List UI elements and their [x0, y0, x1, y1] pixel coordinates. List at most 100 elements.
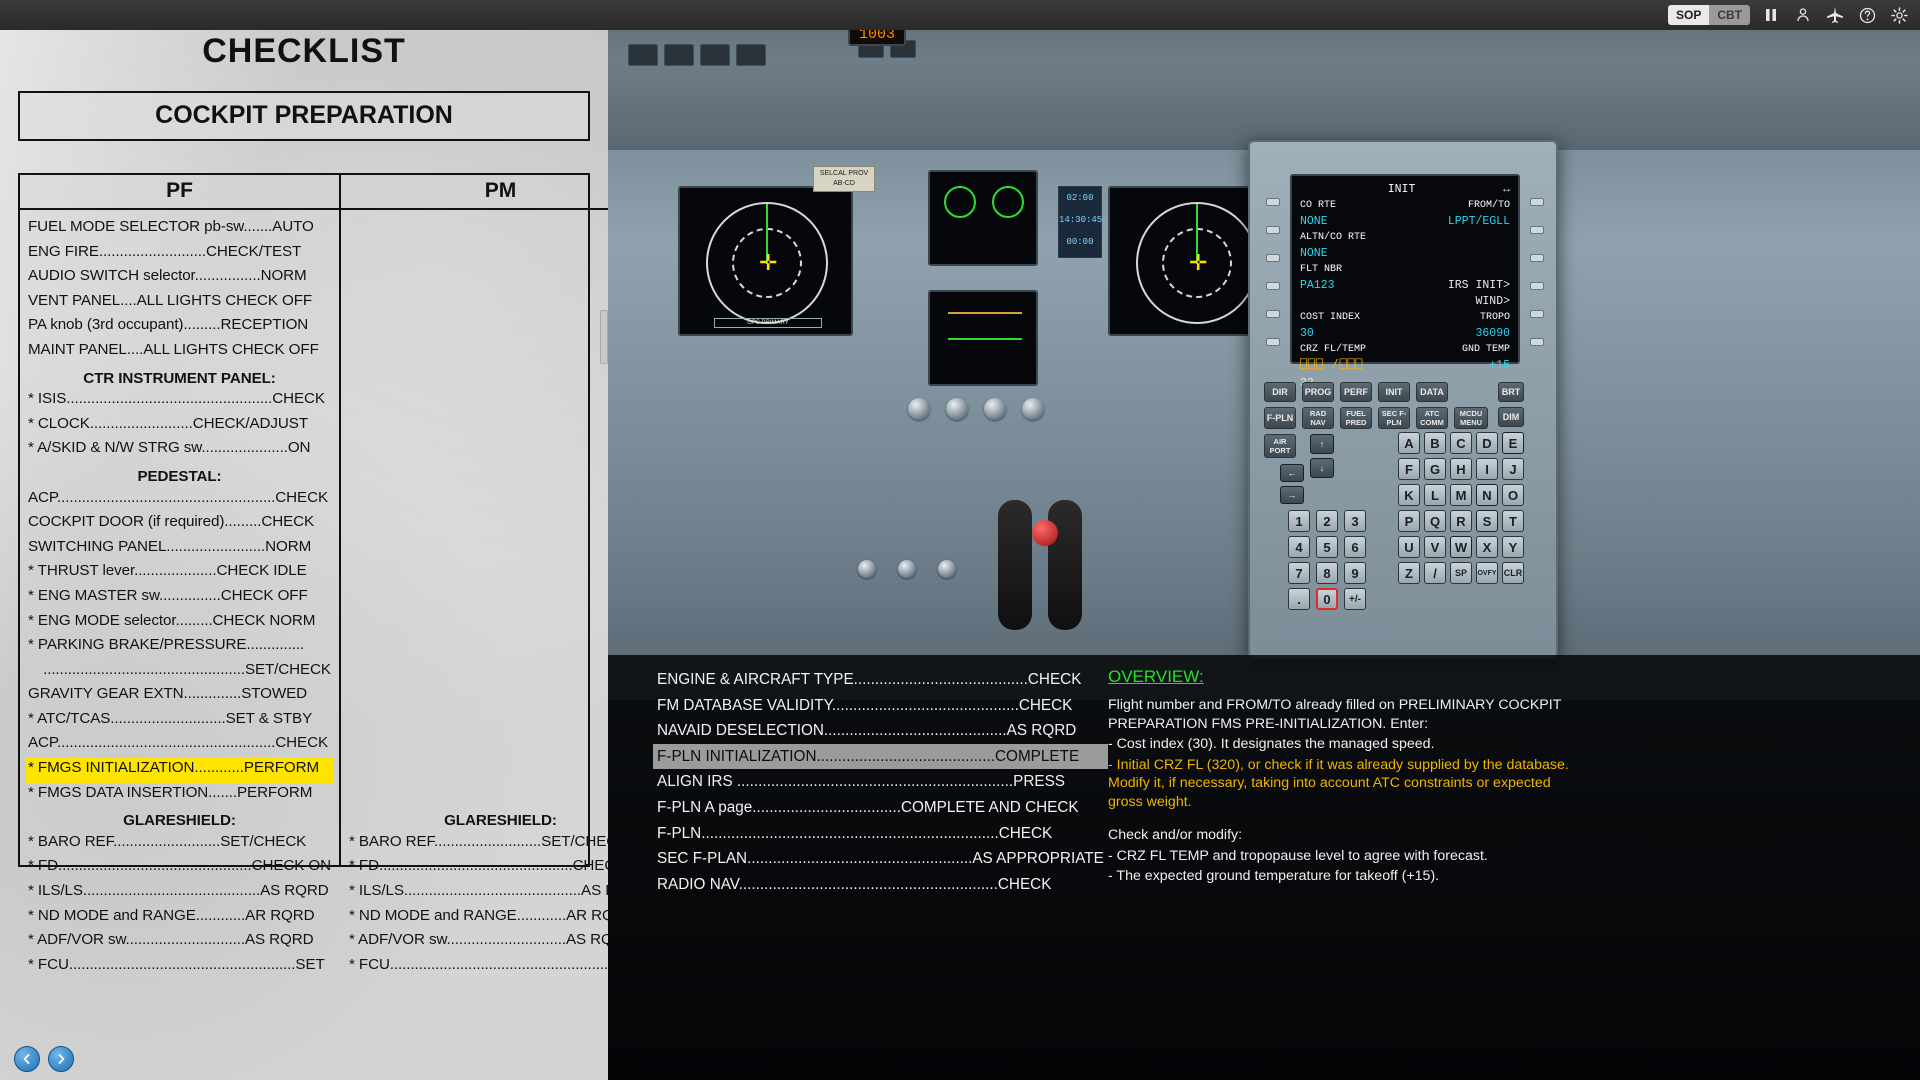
- pf-row-item[interactable]: * CLOCK.........................CHECK/AD…: [26, 414, 333, 439]
- fmgs-init-item[interactable]: SEC F-PLAN..............................…: [653, 846, 1108, 872]
- mcdu-key-mcdumenu[interactable]: MCDU MENU: [1454, 407, 1488, 429]
- mcdu-key-4[interactable]: 4: [1288, 536, 1310, 558]
- pm-row-item[interactable]: * ADF/VOR sw............................…: [347, 930, 608, 955]
- mode-sop-button[interactable]: SOP: [1667, 5, 1710, 25]
- mcdu-key-8[interactable]: 8: [1316, 562, 1338, 584]
- mcdu-key-clr[interactable]: CLR: [1502, 562, 1524, 584]
- mcdu-key-y[interactable]: Y: [1502, 536, 1524, 558]
- fmgs-init-item[interactable]: F-PLN INITIALIZATION....................…: [653, 743, 1108, 770]
- mcdu-key-p[interactable]: P: [1398, 510, 1420, 532]
- mcdu-key-x[interactable]: X: [1476, 536, 1498, 558]
- instructor-icon[interactable]: [1792, 4, 1814, 26]
- pf-row-item[interactable]: * ENG MODE selector.........CHECK NORM: [26, 611, 333, 636]
- overhead-button[interactable]: [700, 44, 730, 66]
- mcdu-key-i[interactable]: I: [1476, 458, 1498, 480]
- pf-row-item[interactable]: * PARKING BRAKE/PRESSURE..............: [26, 635, 333, 660]
- mcdu-value-gndtemp[interactable]: +15: [1489, 358, 1510, 374]
- lsk-4l[interactable]: [1266, 282, 1280, 290]
- pf-row-item[interactable]: ENG FIRE..........................CHECK/…: [26, 242, 333, 267]
- pm-row-item[interactable]: * BARO REF..........................SET/…: [347, 832, 608, 857]
- pf-row-item[interactable]: * THRUST lever....................CHECK …: [26, 561, 333, 586]
- mcdu-key-o[interactable]: O: [1502, 484, 1524, 506]
- mcdu-key-b[interactable]: B: [1424, 432, 1446, 454]
- mcdu-key-6[interactable]: 6: [1344, 536, 1366, 558]
- pf-row-item[interactable]: GRAVITY GEAR EXTN..............STOWED: [26, 684, 333, 709]
- pf-row-item[interactable]: PA knob (3rd occupant).........RECEPTION: [26, 315, 333, 340]
- pf-row-item[interactable]: * FMGS INITIALIZATION............PERFORM: [26, 758, 333, 783]
- mcdu-key-n[interactable]: N: [1476, 484, 1498, 506]
- pf-row-item[interactable]: * ILS/LS................................…: [26, 881, 333, 906]
- mcdu-key-slash[interactable]: /: [1424, 562, 1446, 584]
- mcdu-key-h[interactable]: H: [1450, 458, 1472, 480]
- mode-cbt-button[interactable]: CBT: [1709, 5, 1750, 25]
- lsk-3l[interactable]: [1266, 254, 1280, 262]
- mcdu-key-overfly[interactable]: OVFY: [1476, 562, 1498, 584]
- mcdu-key-init[interactable]: INIT: [1378, 382, 1410, 402]
- mcdu-key-k[interactable]: K: [1398, 484, 1420, 506]
- pedestal-knob[interactable]: [984, 398, 1006, 420]
- pf-row-item[interactable]: VENT PANEL....ALL LIGHTS CHECK OFF: [26, 291, 333, 316]
- pedestal-knob[interactable]: [858, 560, 876, 578]
- mcdu-screen[interactable]: INIT ↔ CO RTE FROM/TO NONE LPPT/EGLL ALT…: [1290, 174, 1520, 390]
- mcdu-key-5[interactable]: 5: [1316, 536, 1338, 558]
- lsk-2l[interactable]: [1266, 226, 1280, 234]
- fmgs-init-item[interactable]: ALIGN IRS ..............................…: [653, 769, 1108, 795]
- lsk-6l[interactable]: [1266, 338, 1280, 346]
- mcdu-key-w[interactable]: W: [1450, 536, 1472, 558]
- fmgs-init-item[interactable]: NAVAID DESELECTION......................…: [653, 718, 1108, 744]
- pf-row-item[interactable]: ACP.....................................…: [26, 733, 333, 758]
- mcdu-key-e[interactable]: E: [1502, 432, 1524, 454]
- checklist-body-pm[interactable]: GLARESHIELD: * BARO REF..................…: [341, 210, 608, 979]
- mcdu-key-q[interactable]: Q: [1424, 510, 1446, 532]
- mcdu-wind-link[interactable]: WIND>: [1475, 294, 1510, 310]
- mcdu-irs-init-link[interactable]: IRS INIT>: [1448, 278, 1510, 294]
- pedestal-knob[interactable]: [938, 560, 956, 578]
- pf-row-section-header[interactable]: PEDESTAL:: [26, 463, 333, 488]
- pedestal-knob[interactable]: [898, 560, 916, 578]
- mcdu-key-z[interactable]: Z: [1398, 562, 1420, 584]
- pf-row-item[interactable]: * FMGS DATA INSERTION.......PERFORM: [26, 783, 333, 808]
- fmgs-init-item[interactable]: FM DATABASE VALIDITY....................…: [653, 693, 1108, 719]
- pf-row-item[interactable]: SWITCHING PANEL........................N…: [26, 537, 333, 562]
- pf-row-item[interactable]: * FD....................................…: [26, 856, 333, 881]
- mcdu-value-tropo[interactable]: 36090: [1475, 326, 1510, 342]
- thrust-lever-2[interactable]: [1048, 500, 1082, 630]
- pf-row-section-header[interactable]: GLARESHIELD:: [26, 807, 333, 832]
- lsk-1r[interactable]: [1530, 198, 1544, 206]
- pf-row-item[interactable]: * ISIS..................................…: [26, 389, 333, 414]
- next-page-button[interactable]: [48, 1046, 74, 1072]
- pf-row-item[interactable]: ........................................…: [26, 660, 333, 685]
- checklist-panel[interactable]: CHECKLIST COCKPIT PREPARATION PF FUEL MO…: [0, 16, 608, 1080]
- mcdu-value-altncorte[interactable]: NONE: [1300, 246, 1328, 262]
- checklist-scrollbar-thumb[interactable]: [600, 310, 608, 364]
- captain-nd-display[interactable]: ✛ GPS PRIMARY: [678, 186, 853, 336]
- mcdu-key-prog[interactable]: PROG: [1302, 382, 1334, 402]
- fmgs-init-item[interactable]: F-PLN...................................…: [653, 821, 1108, 847]
- pm-row-item[interactable]: * FCU...................................…: [347, 955, 608, 980]
- mcdu-key-g[interactable]: G: [1424, 458, 1446, 480]
- mcdu-value-crzfltemp[interactable]: ⎕⎕⎕ /⎕⎕⎕: [1300, 358, 1363, 374]
- fmgs-init-item[interactable]: F-PLN A page............................…: [653, 795, 1108, 821]
- mcdu-key-left-arrow[interactable]: ←: [1280, 464, 1304, 482]
- mcdu-key-down-arrow[interactable]: ↓: [1310, 458, 1334, 478]
- thrust-lever-1[interactable]: [998, 500, 1032, 630]
- settings-icon[interactable]: [1888, 4, 1910, 26]
- mcdu-key-space[interactable]: SP: [1450, 562, 1472, 584]
- pm-row-item[interactable]: * FD....................................…: [347, 856, 608, 881]
- prev-page-button[interactable]: [14, 1046, 40, 1072]
- top-toolbar[interactable]: SOP CBT: [0, 0, 1920, 30]
- pf-row-section-header[interactable]: CTR INSTRUMENT PANEL:: [26, 365, 333, 390]
- fmgs-init-item[interactable]: ENGINE & AIRCRAFT TYPE..................…: [653, 667, 1108, 693]
- checklist-body-pf[interactable]: FUEL MODE SELECTOR pb-sw.......AUTO ENG F…: [20, 210, 339, 979]
- overhead-button[interactable]: [736, 44, 766, 66]
- mcdu-key-f[interactable]: F: [1398, 458, 1420, 480]
- mcdu-key-up-arrow[interactable]: ↑: [1310, 434, 1334, 454]
- mcdu-key-l[interactable]: L: [1424, 484, 1446, 506]
- mcdu-key-0[interactable]: 0: [1316, 588, 1338, 610]
- pm-row-item[interactable]: * ND MODE and RANGE............AR RQRD: [347, 906, 608, 931]
- help-icon[interactable]: [1856, 4, 1878, 26]
- mcdu-key-dir[interactable]: DIR: [1264, 382, 1296, 402]
- mcdu-key-t[interactable]: T: [1502, 510, 1524, 532]
- checklist-navigation[interactable]: [14, 1046, 74, 1072]
- mcdu-key-perf[interactable]: PERF: [1340, 382, 1372, 402]
